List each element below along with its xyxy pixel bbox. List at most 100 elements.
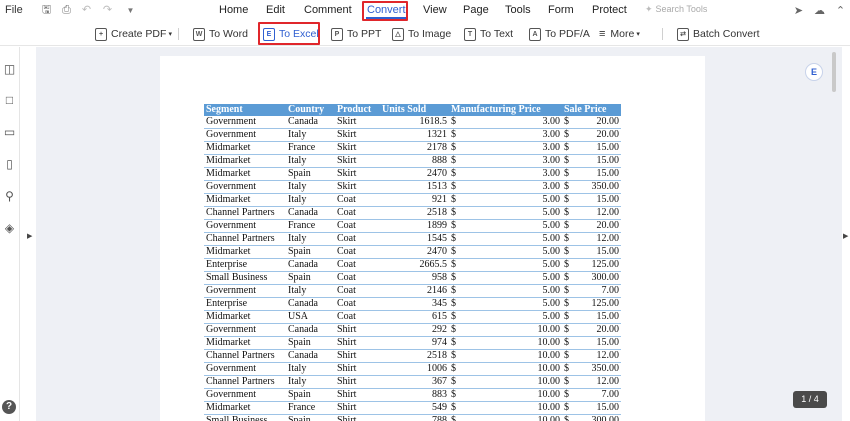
search-icon[interactable]: ⚲ (3, 190, 16, 203)
more-button[interactable]: ≡ More ▾ (599, 26, 640, 42)
cell-sale-price: 20.00 (573, 219, 621, 234)
cell-sale-price: 20.00 (573, 128, 621, 143)
to-image-button[interactable]: △ To Image (392, 26, 451, 42)
share-icon[interactable]: ➤ (792, 4, 805, 17)
thumbnails-icon[interactable]: ◫ (3, 63, 16, 76)
layers-icon[interactable]: ◈ (3, 222, 16, 235)
cell-sale-price: 15.00 (573, 245, 621, 260)
search-tools[interactable]: ✦ Search Tools (645, 4, 707, 15)
cell-manufacturing-price: 5.00 (460, 258, 562, 273)
cell-currency: $ (562, 271, 573, 286)
batch-convert-button[interactable]: ⇄ Batch Convert (677, 26, 760, 42)
cell-sale-price: 12.00 (573, 232, 621, 247)
menu-tools[interactable]: Tools (505, 4, 531, 16)
cell-country: Italy (286, 193, 335, 208)
customize-toolbar-icon[interactable]: ▼ (124, 4, 137, 17)
cell-country: Spain (286, 167, 335, 182)
cell-manufacturing-price: 10.00 (460, 388, 562, 403)
to-word-button[interactable]: W To Word (193, 26, 248, 42)
cloud-upload-icon[interactable]: ☁ (813, 4, 826, 17)
cell-manufacturing-price: 5.00 (460, 219, 562, 234)
menu-edit[interactable]: Edit (266, 4, 285, 16)
table-header-row: Segment Country Product Units Sold Manuf… (204, 104, 621, 117)
cell-units-sold: 1545 (380, 232, 449, 247)
undo-icon[interactable]: ↶ (80, 4, 93, 17)
to-ppt-button[interactable]: P To PPT (331, 26, 381, 42)
cell-product: Shirt (335, 414, 380, 421)
cell-currency: $ (562, 206, 573, 221)
cell-segment: Channel Partners (204, 232, 286, 247)
cell-units-sold: 2665.5 (380, 258, 449, 273)
expand-icon[interactable]: ⌃ (834, 4, 847, 17)
cell-segment: Small Business (204, 414, 286, 421)
help-icon[interactable]: ? (2, 400, 16, 414)
floating-excel-icon[interactable]: E (805, 63, 823, 81)
cell-manufacturing-price: 5.00 (460, 284, 562, 299)
redo-icon[interactable]: ↷ (101, 4, 114, 17)
cell-currency: $ (449, 180, 460, 195)
menu-home[interactable]: Home (219, 4, 248, 16)
cell-product: Coat (335, 310, 380, 325)
cell-currency: $ (449, 284, 460, 299)
cell-units-sold: 2518 (380, 349, 449, 364)
cell-units-sold: 2470 (380, 167, 449, 182)
cell-units-sold: 367 (380, 375, 449, 390)
cell-manufacturing-price: 5.00 (460, 297, 562, 312)
cell-segment: Channel Partners (204, 349, 286, 364)
save-icon[interactable]: 🖫 (40, 4, 53, 17)
to-text-button[interactable]: T To Text (464, 26, 513, 42)
cell-country: Canada (286, 297, 335, 312)
cell-currency: $ (562, 258, 573, 273)
cell-currency: $ (562, 154, 573, 169)
cell-segment: Midmarket (204, 245, 286, 260)
menu-protect[interactable]: Protect (592, 4, 627, 16)
cell-units-sold: 974 (380, 336, 449, 351)
comment-icon[interactable]: ▭ (3, 126, 16, 139)
cell-currency: $ (449, 323, 460, 338)
cell-currency: $ (562, 388, 573, 403)
cell-currency: $ (449, 128, 460, 143)
print-icon[interactable]: ⎙ (60, 4, 73, 17)
menu-page[interactable]: Page (463, 4, 489, 16)
cell-country: USA (286, 310, 335, 325)
to-pdfa-button[interactable]: A To PDF/A (529, 26, 590, 42)
menu-view[interactable]: View (423, 4, 447, 16)
table-row: Channel Partners Canada Coat 2518 $5.00 $12.0… (204, 206, 621, 221)
menu-form[interactable]: Form (548, 4, 574, 16)
table-row: Midmarket Italy Coat 921 $5.00 $15.00 (204, 193, 621, 208)
cell-product: Coat (335, 193, 380, 208)
create-pdf-button[interactable]: + Create PDF ▾ (95, 26, 172, 42)
cell-currency: $ (562, 401, 573, 416)
cell-sale-price: 300.00 (573, 271, 621, 286)
file-menu[interactable]: File (5, 4, 23, 16)
cell-manufacturing-price: 3.00 (460, 167, 562, 182)
cell-segment: Government (204, 116, 286, 130)
cell-sale-price: 350.00 (573, 180, 621, 195)
table-row: Government Canada Skirt 1618.5 $3.00 $20.00 (204, 116, 621, 130)
cell-segment: Midmarket (204, 336, 286, 351)
cell-product: Coat (335, 219, 380, 234)
cell-segment: Government (204, 388, 286, 403)
expand-right-panel-icon[interactable]: ▶ (843, 232, 848, 240)
cell-currency: $ (449, 310, 460, 325)
ppt-icon: P (331, 27, 343, 41)
cell-country: Canada (286, 258, 335, 273)
cell-units-sold: 2178 (380, 141, 449, 156)
bookmark-icon[interactable]: □ (3, 94, 16, 107)
cell-sale-price: 20.00 (573, 116, 621, 130)
to-image-label: To Image (408, 28, 452, 40)
cell-currency: $ (449, 414, 460, 421)
cell-segment: Government (204, 128, 286, 143)
create-pdf-icon: + (95, 27, 107, 41)
cell-segment: Midmarket (204, 193, 286, 208)
attachment-icon[interactable]: ▯ (3, 158, 16, 171)
vertical-scrollbar[interactable] (832, 52, 836, 92)
cell-segment: Midmarket (204, 154, 286, 169)
expand-left-panel-icon[interactable]: ▶ (27, 232, 32, 240)
cell-country: Italy (286, 180, 335, 195)
cell-currency: $ (449, 219, 460, 234)
cell-sale-price: 15.00 (573, 401, 621, 416)
cell-segment: Enterprise (204, 297, 286, 312)
cell-units-sold: 2518 (380, 206, 449, 221)
menu-comment[interactable]: Comment (304, 4, 352, 16)
